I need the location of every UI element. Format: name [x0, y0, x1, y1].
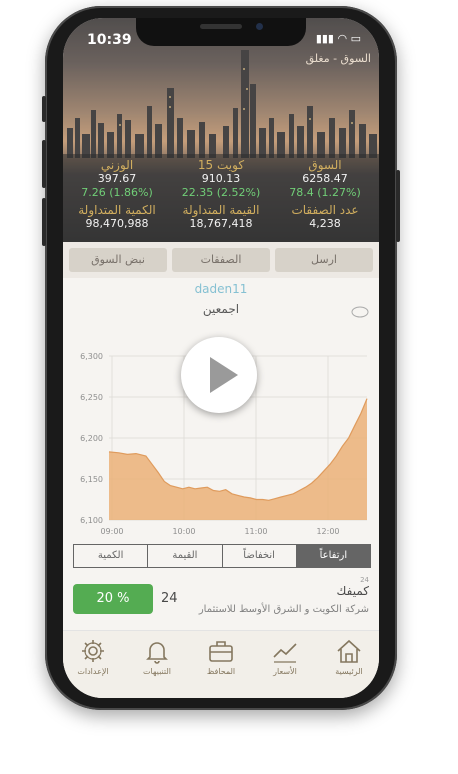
- wifi-icon: ◠: [337, 32, 348, 45]
- market-pulse-tab[interactable]: نبض السوق: [69, 248, 167, 272]
- stat-weighted[interactable]: الوزني 397.67 7.26 (1.86%) الكمية المتدا…: [65, 158, 169, 231]
- x-axis-ticks: 09:00 10:00 11:00 12:00: [100, 527, 339, 536]
- stat-kuwait15-value: 910.13: [201, 172, 241, 185]
- stat-market-change: 78.4 (1.27%): [289, 186, 361, 199]
- row-name: كميفك: [336, 584, 369, 598]
- stat-deals-value: 4,238: [309, 217, 341, 230]
- nav-alerts-label: التنبيهات: [143, 667, 171, 676]
- stat-traded-value-label: القيمة المتداولة: [182, 203, 260, 217]
- nav-settings-label: الإعدادات: [77, 667, 109, 676]
- stat-traded-qty-label: الكمية المتداولة: [78, 203, 156, 217]
- bottom-nav: الرئيسية الأسعار المحافظ التنبيهات الإعد…: [63, 630, 379, 698]
- row-count: 24: [161, 591, 178, 606]
- y-tick-label: 6,150: [80, 475, 103, 484]
- y-tick-label: 6,300: [80, 352, 103, 361]
- stat-weighted-change: 7.26 (1.86%): [81, 186, 153, 199]
- play-icon: [210, 357, 238, 393]
- x-tick-label: 10:00: [172, 527, 195, 536]
- value-segment[interactable]: القيمة: [147, 545, 221, 567]
- market-state: السوق - مغلق: [305, 52, 371, 65]
- gear-icon: [82, 640, 104, 662]
- y-tick-label: 6,100: [80, 516, 103, 525]
- stat-kuwait15[interactable]: كويت 15 910.13 22.35 (2.52%) القيمة المت…: [169, 158, 273, 231]
- nav-portfolio[interactable]: المحافظ: [191, 637, 251, 676]
- status-time: 10:39: [87, 32, 132, 48]
- x-tick-label: 12:00: [316, 527, 339, 536]
- city-skyline-header: 10:39 ▮▮▮ ◠ ▭ السوق - مغلق السوق 6258.47…: [63, 18, 379, 242]
- stat-weighted-label: الوزني: [100, 158, 134, 172]
- y-tick-label: 6,250: [80, 393, 103, 402]
- mute-switch: [42, 96, 46, 122]
- x-tick-label: 11:00: [244, 527, 267, 536]
- percent-change-badge[interactable]: 20 %: [73, 584, 153, 614]
- nav-alerts[interactable]: التنبيهات: [127, 637, 187, 676]
- stat-market[interactable]: السوق 6258.47 78.4 (1.27%) عدد الصفقات 4…: [273, 158, 377, 231]
- x-tick-label: 09:00: [100, 527, 123, 536]
- username[interactable]: daden11: [63, 282, 379, 296]
- stat-traded-qty-value: 98,470,988: [85, 217, 149, 230]
- stat-kuwait15-change: 22.35 (2.52%): [181, 186, 261, 199]
- bell-icon: [146, 642, 168, 664]
- battery-icon: ▭: [350, 32, 361, 45]
- stat-market-value: 6258.47: [302, 172, 348, 185]
- stat-kuwait15-label: كويت 15: [197, 158, 245, 172]
- nav-home-label: الرئيسية: [335, 667, 363, 676]
- market-stats-panel: السوق 6258.47 78.4 (1.27%) عدد الصفقات 4…: [63, 154, 379, 242]
- nav-settings[interactable]: الإعدادات: [63, 637, 123, 676]
- signal-icon: ▮▮▮: [315, 32, 334, 45]
- play-button[interactable]: [181, 337, 257, 413]
- stat-deals-label: عدد الصفقات: [291, 203, 359, 217]
- briefcase-icon: [209, 641, 233, 662]
- deals-tab[interactable]: الصفقات: [172, 248, 270, 272]
- row-rank: 24: [360, 576, 369, 584]
- movers-segmented-control: الكمية القيمة انخفاضاً ارتفاعاً: [73, 544, 371, 568]
- speaker-icon: [200, 24, 242, 29]
- home-icon: [337, 639, 361, 663]
- qty-segment[interactable]: الكمية: [74, 545, 147, 567]
- camera-icon: [256, 23, 263, 30]
- stat-weighted-value: 397.67: [97, 172, 137, 185]
- nav-portfolio-label: المحافظ: [206, 667, 236, 676]
- volume-down-button: [42, 198, 46, 246]
- stat-market-label: السوق: [308, 158, 342, 172]
- y-tick-label: 6,200: [80, 434, 103, 443]
- top-tabs: ارسل الصفقات نبض السوق: [63, 242, 379, 278]
- stat-traded-value-value: 18,767,418: [189, 217, 253, 230]
- up-segment[interactable]: ارتفاعاً: [295, 545, 370, 567]
- down-segment[interactable]: انخفاضاً: [221, 545, 296, 567]
- nav-prices-label: الأسعار: [273, 667, 297, 676]
- nav-home[interactable]: الرئيسية: [319, 637, 379, 676]
- status-icons: ▮▮▮ ◠ ▭: [316, 32, 361, 45]
- y-axis-ticks: 6,100 6,150 6,200 6,250 6,300: [80, 352, 103, 525]
- nav-prices[interactable]: الأسعار: [255, 637, 315, 676]
- chart-trend-icon: [273, 643, 297, 663]
- power-button: [396, 170, 400, 242]
- chart-title: اجمعين: [202, 302, 240, 316]
- volume-up-button: [42, 140, 46, 188]
- chat-icon[interactable]: [351, 306, 369, 318]
- row-subtitle: شركة الكويت و الشرق الأوسط للاستثمار: [198, 604, 369, 615]
- send-tab[interactable]: ارسل: [275, 248, 373, 272]
- notch: [136, 18, 306, 46]
- list-item[interactable]: 20 % 24 24 كميفك شركة الكويت و الشرق الأ…: [63, 576, 379, 630]
